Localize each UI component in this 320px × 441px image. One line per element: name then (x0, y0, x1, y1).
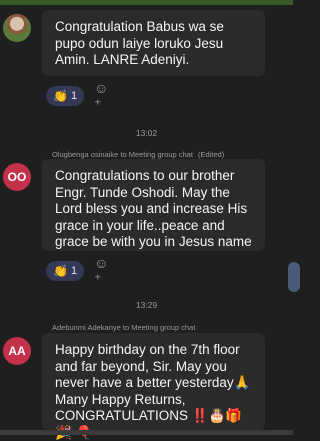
timestamp: 13:29 (135, 300, 158, 310)
clap-icon: 👏 (53, 89, 68, 103)
message-text: Happy birthday on the 7th floor and far … (55, 342, 251, 440)
avatar[interactable] (3, 14, 31, 42)
avatar-initials: OO (7, 170, 27, 184)
reaction-chip[interactable]: 👏 1 (46, 261, 85, 281)
avatar[interactable]: AA (3, 337, 31, 365)
edited-label: (Edited) (197, 150, 225, 159)
message-meta: Olugbenga osinaike to Meeting group chat… (52, 150, 224, 159)
message-meta: Adebunmi Adekanye to Meeting group chat (52, 323, 195, 332)
add-reaction-icon[interactable]: ☺⁺ (94, 255, 110, 287)
top-bar (0, 0, 293, 5)
avatar[interactable]: OO (3, 163, 31, 191)
composer-edge (0, 430, 293, 435)
add-reaction-icon[interactable]: ☺⁺ (94, 80, 110, 112)
reaction-chip[interactable]: 👏 1 (46, 86, 85, 106)
reactions-row: 👏 1 ☺⁺ (46, 80, 110, 112)
message-bubble[interactable]: Congratulation Babus wa se pupo odun lai… (42, 10, 265, 76)
message-text: Congratulation Babus wa se pupo odun lai… (55, 19, 224, 67)
clap-icon: 👏 (53, 264, 68, 278)
message-bubble[interactable]: Happy birthday on the 7th floor and far … (42, 333, 265, 440)
reactions-row: 👏 1 ☺⁺ (46, 255, 110, 287)
avatar-initials: AA (8, 344, 26, 358)
message-bubble[interactable]: Congratulations to our brother Engr. Tun… (42, 159, 265, 251)
sender-line: Olugbenga osinaike to Meeting group chat (52, 150, 193, 159)
side-panel-handle[interactable] (288, 262, 300, 292)
message-text: Congratulations to our brother Engr. Tun… (55, 168, 252, 249)
timestamp: 13:02 (135, 128, 158, 138)
reaction-count: 1 (70, 90, 78, 102)
reaction-count: 1 (70, 265, 78, 277)
sender-line: Adebunmi Adekanye to Meeting group chat (52, 323, 196, 332)
